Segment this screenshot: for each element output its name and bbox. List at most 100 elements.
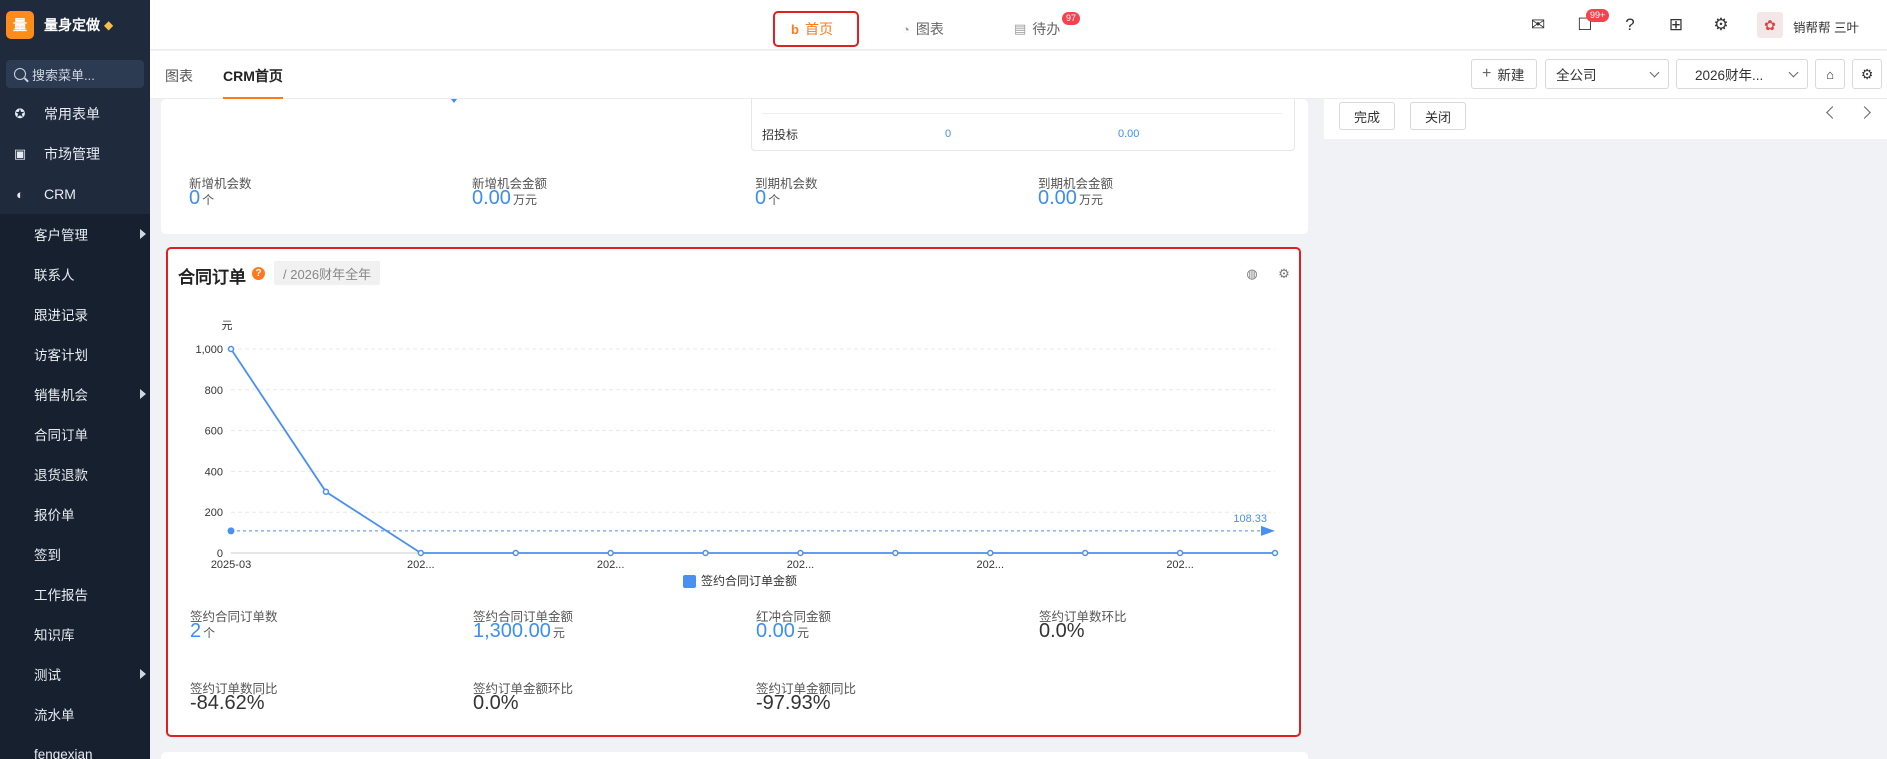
sidebar-item-label: 合同订单 xyxy=(34,428,88,443)
chevron-right-icon[interactable] xyxy=(1858,106,1871,119)
stat-value: -84.62% xyxy=(190,692,265,715)
diamond-icon: ◆ xyxy=(104,18,114,32)
sidebar-item-label: 访客计划 xyxy=(34,348,88,363)
data-point xyxy=(987,549,994,557)
caret-right-icon xyxy=(140,389,146,399)
sidebar-crm-item-5[interactable]: 合同订单 xyxy=(0,414,150,454)
sidebar-crm-item-3[interactable]: 访客计划 xyxy=(0,334,150,374)
bid-amount[interactable]: 0.00 xyxy=(1118,128,1139,140)
data-point xyxy=(892,549,899,557)
x-tick-label: 202... xyxy=(407,559,435,571)
close-button[interactable]: 关闭 xyxy=(1410,102,1467,130)
stat-value[interactable]: 0.00 万元 xyxy=(472,187,537,210)
stat-number: 0.0% xyxy=(1039,620,1085,642)
todo-badge: 97 xyxy=(1062,12,1081,25)
average-line-arrow xyxy=(1261,525,1275,536)
stat-value[interactable]: 0个 xyxy=(189,187,214,210)
sidebar-crm-item-10[interactable]: 知识库 xyxy=(0,614,150,654)
gear-icon[interactable]: ⚙ xyxy=(1710,14,1732,36)
sidebar-crm-item-0[interactable]: 客户管理 xyxy=(0,214,150,254)
period-select-value: 2026财年... xyxy=(1695,68,1764,83)
y-tick-label: 600 xyxy=(205,426,223,438)
sidebar-crm-item-11[interactable]: 测试 xyxy=(0,654,150,694)
data-point xyxy=(322,488,330,496)
sidebar-item-label: 跟进记录 xyxy=(34,308,88,323)
tab-charts[interactable]: ◔ 图表 xyxy=(902,11,944,47)
sidebar-crm-item-13[interactable]: fengexian xyxy=(0,734,150,759)
opportunity-mini-table: 招投标 0 0.00 xyxy=(751,99,1295,151)
x-tick-label: 202... xyxy=(977,559,1005,571)
org-button[interactable]: ⌂ xyxy=(1815,59,1845,89)
stat-value[interactable]: 0.00 元 xyxy=(756,620,809,643)
subtab-crm-home[interactable]: CRM首页 xyxy=(223,66,283,99)
avatar[interactable]: ✿ xyxy=(1757,12,1783,38)
brand-name: 量身定做 xyxy=(44,17,100,33)
stat-value[interactable]: 2个 xyxy=(190,620,215,643)
sidebar-item-0[interactable]: ✪ 常用表单 xyxy=(0,94,150,134)
top-header: b 首页 ◔ 图表 ▤ 待办 97 ✉ ☐ 99+ ? ⊞ ⚙ ✿ 销帮帮 三叶 xyxy=(150,0,1887,50)
apps-grid-icon[interactable]: ⊞ xyxy=(1665,14,1687,36)
new-button-label: 新建 xyxy=(1497,68,1525,83)
stat-number: 0 xyxy=(755,187,767,209)
data-point xyxy=(227,345,235,353)
chevron-left-icon[interactable] xyxy=(1826,106,1839,119)
period-select[interactable]: 2026财年... xyxy=(1676,59,1808,89)
star-icon: ✪ xyxy=(14,106,26,121)
calendar-icon: ▤ xyxy=(1014,21,1027,36)
stat-number: -84.62% xyxy=(190,692,265,714)
x-tick-label: 2025-03 xyxy=(211,559,251,571)
stat-value[interactable]: 0.00 万元 xyxy=(1038,187,1103,210)
clipboard-icon: ▣ xyxy=(13,146,27,161)
company-select[interactable]: 全公司 xyxy=(1545,59,1669,89)
stat-value[interactable]: 1,300.00 元 xyxy=(473,620,565,643)
mail-icon[interactable]: ✉ xyxy=(1527,14,1549,36)
sidebar-item-label: 工作报告 xyxy=(34,588,88,603)
data-point xyxy=(417,549,425,557)
sidebar-item-label: 联系人 xyxy=(34,268,75,283)
sidebar-crm-item-8[interactable]: 签到 xyxy=(0,534,150,574)
sidebar-item-label: 客户管理 xyxy=(34,228,88,243)
stat-unit: 万元 xyxy=(1078,193,1103,207)
sidebar-item-label: 签到 xyxy=(34,548,61,563)
stat-unit: 万元 xyxy=(512,193,537,207)
settings-button[interactable]: ⚙ xyxy=(1852,59,1882,89)
sidebar-crm-item-6[interactable]: 退货退款 xyxy=(0,454,150,494)
stat-value[interactable]: 0个 xyxy=(755,187,780,210)
caret-right-icon xyxy=(140,229,146,239)
sidebar-crm-item-2[interactable]: 跟进记录 xyxy=(0,294,150,334)
contract-card: 合同订单 ? / 2026财年全年 ◍ ⚙ 元 0 200 400 600 800 1,00… xyxy=(166,247,1301,737)
data-point xyxy=(1271,549,1279,557)
data-point xyxy=(702,549,709,557)
help-icon[interactable]: ? xyxy=(1619,14,1641,36)
new-button[interactable]: + 新建 xyxy=(1471,59,1537,89)
sidebar-crm-item-12[interactable]: 流水单 xyxy=(0,694,150,734)
sidebar-crm-item-1[interactable]: 联系人 xyxy=(0,254,150,294)
y-tick-label: 400 xyxy=(205,466,223,478)
data-point xyxy=(607,549,614,557)
chat-badge: 99+ xyxy=(1586,9,1610,22)
next-card-edge xyxy=(161,752,1308,759)
stat-number: 0 xyxy=(189,187,201,209)
sidebar-crm-item-9[interactable]: 工作报告 xyxy=(0,574,150,614)
sidebar-item-2[interactable]: ◐ CRM xyxy=(0,174,150,214)
sidebar-crm-item-7[interactable]: 报价单 xyxy=(0,494,150,534)
menu-search-input[interactable]: 搜索菜单... xyxy=(6,60,144,88)
sidebar-crm-item-4[interactable]: 销售机会 xyxy=(0,374,150,414)
x-tick-label: 202... xyxy=(597,559,625,571)
user-name[interactable]: 销帮帮 三叶 xyxy=(1793,17,1859,36)
y-axis-unit: 元 xyxy=(222,320,233,332)
tab-todo[interactable]: ▤ 待办 xyxy=(1014,11,1060,47)
bid-count[interactable]: 0 xyxy=(945,128,951,140)
subtab-charts[interactable]: 图表 xyxy=(165,66,193,99)
sidebar-item-label: 测试 xyxy=(34,668,61,683)
stat-value: 0.0% xyxy=(1039,620,1085,643)
tab-home[interactable]: b 首页 xyxy=(773,11,859,47)
y-tick-label: 800 xyxy=(205,385,223,397)
stat-number: 0.0% xyxy=(473,692,519,714)
stat-unit: 元 xyxy=(552,626,565,640)
brand: 量 量身定做 ◆ xyxy=(0,0,150,50)
sidebar-item-1[interactable]: ▣ 市场管理 xyxy=(0,134,150,174)
stat-unit: 个 xyxy=(768,193,781,207)
stat-unit: 个 xyxy=(202,193,215,207)
done-button[interactable]: 完成 xyxy=(1339,102,1396,130)
